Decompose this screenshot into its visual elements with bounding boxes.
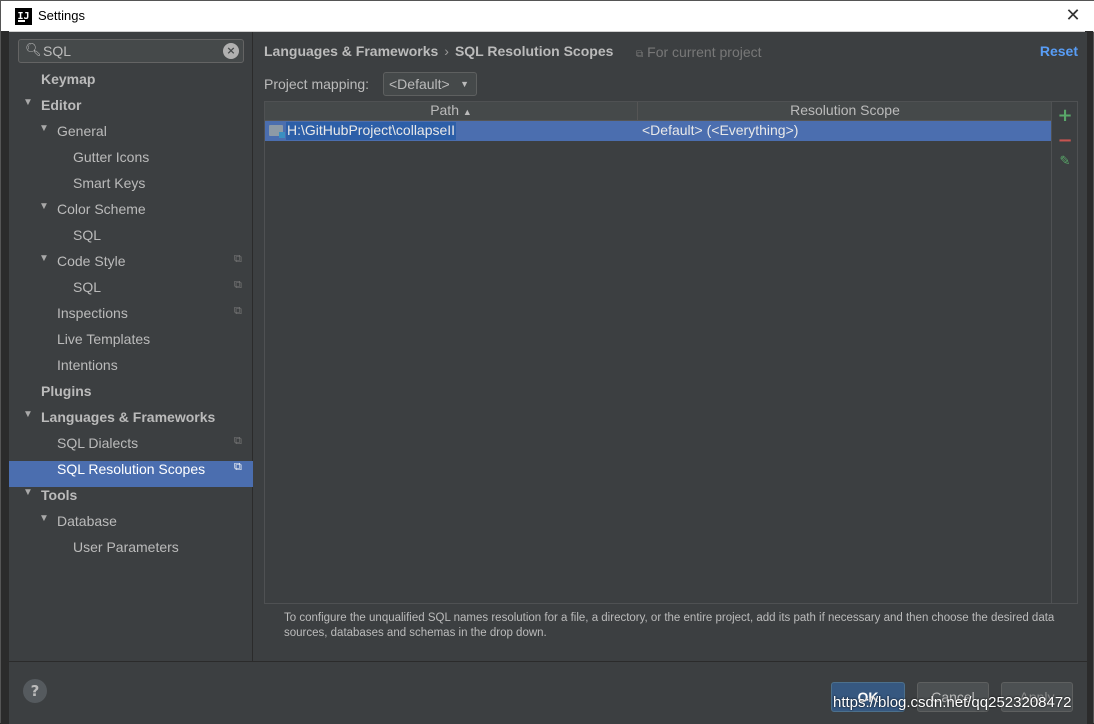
tree-item-label: General	[57, 123, 107, 139]
tree-item[interactable]: SQL Dialects ⧉	[9, 435, 253, 461]
settings-tree: Keymap ▼ Editor ▼ General Gutter Icons Smart K…	[9, 71, 253, 565]
content-panel: Languages & Frameworks › SQL Resolution Sc…	[254, 32, 1087, 661]
reset-link[interactable]: Reset	[1040, 43, 1078, 59]
breadcrumb-current: SQL Resolution Scopes	[454, 43, 614, 59]
edit-icon[interactable]: ✎	[1057, 154, 1073, 170]
expand-arrow-icon[interactable]: ▼	[39, 253, 49, 264]
tree-item-label: Gutter Icons	[73, 149, 150, 165]
tree-item[interactable]: SQL Resolution Scopes ⧉	[9, 461, 253, 487]
tree-item-label: Color Scheme	[57, 201, 146, 217]
project-copy-icon: ⧉	[234, 305, 242, 317]
tree-item-label: SQL Dialects	[57, 435, 139, 451]
tree-item[interactable]: ▼ Color Scheme	[9, 201, 253, 227]
tree-item-label: Plugins	[41, 383, 92, 399]
table-toolbar: + − ✎	[1051, 102, 1077, 603]
chevron-down-icon: ▼	[460, 79, 469, 89]
project-copy-icon: ⧉	[234, 279, 242, 291]
tree-item[interactable]: SQL ⧉	[9, 279, 253, 305]
settings-sidebar: 🔍︎ × Keymap ▼ Editor ▼ General Gutter Icons Sm…	[9, 32, 253, 661]
close-button[interactable]: ✕	[1063, 5, 1083, 27]
column-header-path[interactable]: Path ▲	[265, 102, 638, 121]
tree-item-label: SQL	[73, 227, 102, 243]
tree-item[interactable]: User Parameters	[9, 539, 253, 565]
table-header: Path ▲ Resolution Scope	[265, 102, 1051, 121]
tree-item-label: SQL Resolution Scopes	[57, 461, 206, 477]
tree-item[interactable]: SQL	[9, 227, 253, 253]
tree-item-label: Smart Keys	[73, 175, 146, 191]
expand-arrow-icon[interactable]: ▼	[39, 201, 49, 212]
settings-search-input[interactable]	[43, 42, 213, 60]
settings-window: IJ Settings ✕ 🔍︎ × Keymap ▼ Editor ▼ General…	[0, 0, 1094, 724]
tree-item[interactable]: Smart Keys	[9, 175, 253, 201]
tree-item-label: Live Templates	[57, 331, 151, 347]
tree-item-label: User Parameters	[73, 539, 179, 555]
project-copy-icon: ⧉	[234, 461, 242, 473]
expand-arrow-icon[interactable]: ▼	[23, 409, 33, 420]
table-row[interactable]: H:\GitHubProject\collapseII <Default> (<…	[265, 121, 1051, 141]
resolution-scopes-table: Path ▲ Resolution Scope H:\GitHubProject…	[264, 101, 1078, 604]
folder-icon	[269, 125, 285, 138]
tree-item-label: Code Style	[57, 253, 126, 269]
tree-item-label: Tools	[41, 487, 78, 503]
breadcrumb-separator: ›	[444, 43, 449, 59]
help-hint-text: To configure the unqualified SQL names r…	[284, 612, 1055, 639]
add-icon[interactable]: +	[1057, 105, 1073, 126]
tree-item[interactable]: Intentions	[9, 357, 253, 383]
project-mapping-label: Project mapping:	[264, 76, 370, 92]
tree-item-label: Intentions	[57, 357, 118, 373]
expand-arrow-icon[interactable]: ▼	[23, 97, 33, 108]
for-current-project-note: ⧉ For current project	[636, 44, 762, 60]
expand-arrow-icon[interactable]: ▼	[23, 487, 33, 498]
tree-item[interactable]: ▼ General	[9, 123, 253, 149]
dialog-footer: ? OK Cancel Apply	[9, 661, 1087, 724]
breadcrumb: Languages & Frameworks › SQL Resolution Sc…	[264, 43, 613, 59]
tree-item[interactable]: ▼ Database	[9, 513, 253, 539]
for-current-project-label: For current project	[647, 44, 762, 60]
tree-item-label: Languages & Frameworks	[41, 409, 216, 425]
title-bar: IJ Settings ✕	[1, 1, 1094, 32]
clear-search-icon[interactable]: ×	[223, 43, 239, 59]
tree-item-label: Editor	[41, 97, 82, 113]
watermark-text: https://blog.csdn.net/qq2523208472	[833, 694, 1072, 711]
window-title: Settings	[38, 8, 85, 23]
expand-arrow-icon[interactable]: ▼	[39, 123, 49, 134]
tree-item-label: Database	[57, 513, 117, 529]
column-header-resolution-scope[interactable]: Resolution Scope	[639, 102, 1051, 121]
project-copy-icon: ⧉	[636, 49, 644, 60]
tree-item[interactable]: Inspections ⧉	[9, 305, 253, 331]
search-icon[interactable]: 🔍︎	[25, 43, 42, 58]
tree-item[interactable]: Gutter Icons	[9, 149, 253, 175]
tree-item-label: SQL	[73, 279, 102, 295]
row-path-cell[interactable]: H:\GitHubProject\collapseII	[286, 122, 457, 140]
tree-item-label: Inspections	[57, 305, 128, 321]
tree-item[interactable]: Keymap	[9, 71, 253, 97]
settings-search-box[interactable]: 🔍︎ ×	[18, 39, 244, 63]
tree-item[interactable]: ▼ Code Style ⧉	[9, 253, 253, 279]
tree-item[interactable]: ▼ Tools	[9, 487, 253, 513]
sort-ascending-icon: ▲	[462, 107, 472, 117]
breadcrumb-parent: Languages & Frameworks	[264, 43, 439, 59]
remove-icon[interactable]: −	[1057, 130, 1073, 151]
tree-item[interactable]: Live Templates	[9, 331, 253, 357]
tree-item[interactable]: Plugins	[9, 383, 253, 409]
project-mapping-dropdown[interactable]: <Default> ▼	[383, 72, 477, 96]
expand-arrow-icon[interactable]: ▼	[39, 513, 49, 524]
project-copy-icon: ⧉	[234, 435, 242, 447]
intellij-idea-icon: IJ	[15, 8, 32, 25]
background-editor-strip-left	[1, 31, 9, 724]
project-copy-icon: ⧉	[234, 253, 242, 265]
tree-item[interactable]: ▼ Editor	[9, 97, 253, 123]
settings-dialog: 🔍︎ × Keymap ▼ Editor ▼ General Gutter Icons Sm…	[9, 32, 1087, 724]
help-button[interactable]: ?	[23, 679, 47, 703]
row-scope-cell[interactable]: <Default> (<Everything>)	[642, 122, 798, 138]
tree-item[interactable]: ▼ Languages & Frameworks	[9, 409, 253, 435]
project-mapping-value: <Default>	[389, 76, 450, 92]
tree-item-label: Keymap	[41, 71, 96, 87]
